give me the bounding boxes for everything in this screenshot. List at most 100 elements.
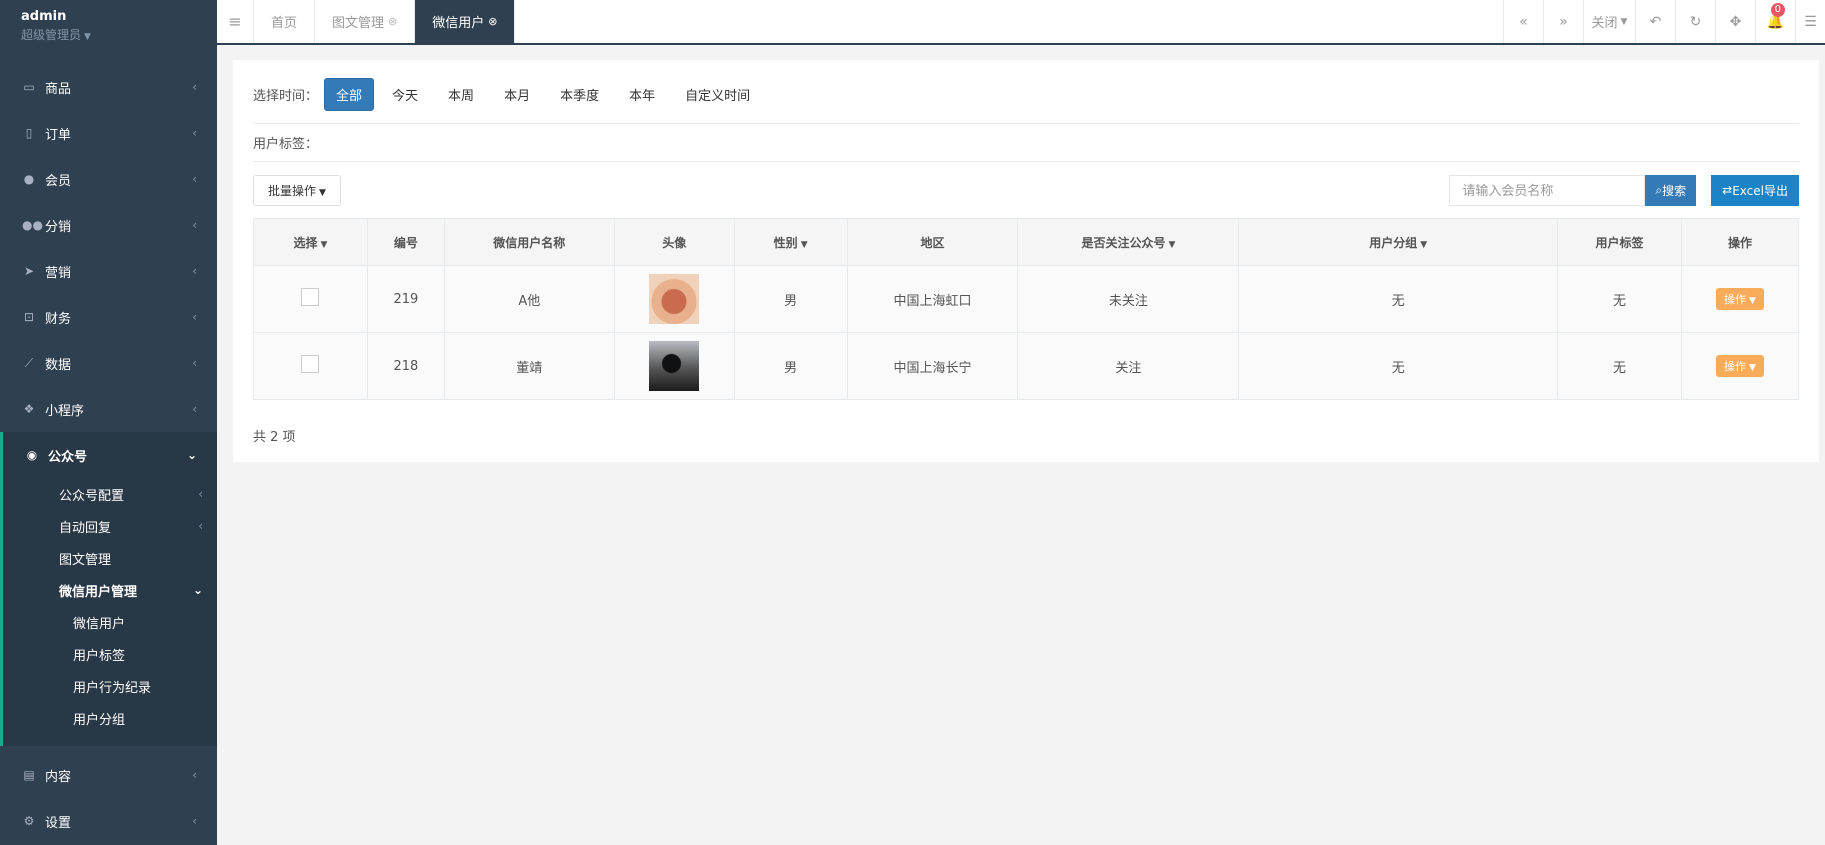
laptop-icon: ▭ [23, 80, 35, 94]
excel-export-button[interactable]: ⇄ Excel导出 [1711, 174, 1799, 206]
total-count: 共 2 项 [253, 429, 296, 445]
filter-quarter[interactable]: 本季度 [548, 78, 611, 111]
cell-name: A他 [443, 265, 615, 333]
sub-item-autoreply[interactable]: 自动回复 ‹ [3, 510, 217, 542]
move-icon[interactable]: ✥ [1715, 0, 1755, 43]
col-tag: 用户标签 [1557, 218, 1682, 266]
chevron-left-icon: ‹ [192, 126, 197, 140]
tab-news-management[interactable]: 图文管理 ⊗ [315, 0, 416, 43]
col-name: 微信用户名称 [443, 218, 615, 266]
caret-down-icon: ▼ [320, 239, 328, 250]
cell-region: 中国上海虹口 [846, 265, 1019, 333]
cell-region: 中国上海长宁 [846, 332, 1019, 400]
profile-role[interactable]: 超级管理员 ▼ [21, 26, 196, 43]
close-circle-icon[interactable]: ⊗ [488, 15, 497, 28]
backward-icon[interactable]: « [1503, 0, 1543, 43]
filter-year[interactable]: 本年 [617, 78, 667, 111]
nav-item-finance[interactable]: ⊡ 财务 ‹ [0, 294, 217, 340]
col-select[interactable]: 选择 ▼ [253, 218, 368, 266]
sidebar: admin 超级管理员 ▼ ▭ 商品 ‹ ▯ 订单 ‹ ● 会员 ‹ ●● 分销 ‹ ➤ 营销 ‹ ⊡… [0, 0, 217, 845]
close-tabs-dropdown[interactable]: 关闭 ▼ [1583, 0, 1635, 43]
row-checkbox[interactable] [301, 288, 320, 306]
member-search-input[interactable] [1449, 174, 1646, 206]
nav-item-settings[interactable]: ⚙ 设置 ‹ [0, 798, 217, 844]
nav-item-orders[interactable]: ▯ 订单 ‹ [0, 110, 217, 156]
close-circle-icon[interactable]: ⊗ [388, 15, 397, 28]
chevron-left-icon: ‹ [192, 80, 197, 94]
nav-item-data[interactable]: ⟋ 数据 ‹ [0, 340, 217, 386]
chevron-left-icon: ‹ [192, 768, 197, 782]
chevron-left-icon: ‹ [198, 487, 203, 501]
sub-item-user-management[interactable]: 微信用户管理 ⌄ [3, 574, 217, 606]
wechat-icon: ◉ [26, 448, 38, 462]
search-button[interactable]: ⌕ 搜索 [1645, 174, 1697, 206]
row-action-button[interactable]: 操作 ▼ [1716, 288, 1764, 310]
cell-group: 无 [1238, 265, 1559, 333]
chevron-left-icon: ‹ [192, 264, 197, 278]
list-icon[interactable]: ☰ [1795, 0, 1825, 43]
cell-follow: 关注 [1017, 332, 1240, 400]
col-action: 操作 [1681, 218, 1799, 266]
row-action-button[interactable]: 操作 ▼ [1716, 355, 1764, 377]
sub-item-news[interactable]: 图文管理 [3, 542, 217, 574]
tab-home[interactable]: 首页 [254, 0, 316, 43]
filter-week[interactable]: 本周 [436, 78, 486, 111]
cell-gender: 男 [733, 332, 848, 400]
sub-item-user-groups[interactable]: 用户分组 [3, 702, 217, 734]
topbar: ≡ 首页 图文管理 ⊗ 微信用户 ⊗ « » 关闭 ▼ ↶ ↻ ✥ 🔔 0 ☰ [217, 0, 1825, 45]
menu-toggle-icon[interactable]: ≡ [217, 0, 254, 43]
col-id: 编号 [366, 218, 445, 266]
cell-id: 218 [366, 332, 445, 400]
sub-item-config[interactable]: 公众号配置 ‹ [3, 478, 217, 510]
avatar [649, 274, 700, 324]
notification-badge: 0 [1770, 3, 1785, 17]
refresh-icon[interactable]: ↻ [1675, 0, 1715, 43]
user-icon: ● [23, 172, 35, 186]
bell-icon[interactable]: 🔔 0 [1755, 0, 1795, 43]
caret-down-icon: ▼ [319, 187, 326, 198]
nav-item-content[interactable]: ▤ 内容 ‹ [0, 752, 217, 798]
filter-custom[interactable]: 自定义时间 [673, 78, 762, 111]
sub-item-user-tags[interactable]: 用户标签 [3, 638, 217, 670]
caret-down-icon: ▼ [84, 32, 91, 42]
nav-item-official-account[interactable]: ◉ 公众号 ⌄ [0, 432, 217, 478]
line-chart-icon: ⟋ [24, 355, 34, 370]
nav-item-members[interactable]: ● 会员 ‹ [0, 156, 217, 202]
sub-item-user-behavior[interactable]: 用户行为纪录 [3, 670, 217, 702]
caret-down-icon: ▼ [1749, 363, 1756, 373]
forward-icon[interactable]: » [1543, 0, 1583, 43]
col-group[interactable]: 用户分组 ▼ [1238, 218, 1559, 266]
cell-gender: 男 [733, 265, 848, 333]
chevron-left-icon: ‹ [192, 218, 197, 232]
users-icon: ●● [22, 218, 43, 232]
nav-item-miniprogram[interactable]: ❖ 小程序 ‹ [0, 386, 217, 432]
filter-today[interactable]: 今天 [380, 78, 430, 111]
wechat-users-table: 选择 ▼ 编号 微信用户名称 头像 性别 ▼ 地区 是否关注公众号 ▼ 用户分组 ▼ 用… [253, 218, 1799, 400]
cell-group: 无 [1238, 332, 1559, 400]
chevron-left-icon: ‹ [192, 402, 197, 416]
col-gender[interactable]: 性别 ▼ [733, 218, 848, 266]
chevron-down-icon: ⌄ [186, 448, 197, 462]
filter-month[interactable]: 本月 [492, 78, 542, 111]
col-follow[interactable]: 是否关注公众号 ▼ [1017, 218, 1240, 266]
main-panel: 选择时间： 全部 今天 本周 本月 本季度 本年 自定义时间 用户标签： 批量操… [233, 60, 1819, 462]
batch-operation-button[interactable]: 批量操作 ▼ [253, 174, 341, 206]
row-checkbox[interactable] [301, 355, 320, 373]
cell-tag: 无 [1557, 265, 1682, 333]
profile[interactable]: admin 超级管理员 ▼ [0, 0, 217, 64]
search-group: ⌕搜索 ⇄Excel导出 [1449, 174, 1799, 206]
book-icon: ▤ [23, 768, 35, 782]
tab-wechat-users[interactable]: 微信用户 ⊗ [415, 0, 516, 43]
chevron-left-icon: ‹ [192, 172, 197, 186]
nav-item-marketing[interactable]: ➤ 营销 ‹ [0, 248, 217, 294]
sub-item-wechat-users[interactable]: 微信用户 [3, 606, 217, 638]
filter-all[interactable]: 全部 [324, 78, 375, 111]
paper-plane-icon: ➤ [23, 264, 35, 278]
caret-down-icon: ▼ [800, 239, 808, 250]
col-region: 地区 [846, 218, 1019, 266]
reply-icon[interactable]: ↶ [1635, 0, 1675, 43]
money-icon: ⊡ [23, 310, 35, 324]
chevron-left-icon: ‹ [192, 356, 197, 370]
nav-item-goods[interactable]: ▭ 商品 ‹ [0, 64, 217, 110]
nav-item-distribution[interactable]: ●● 分销 ‹ [0, 202, 217, 248]
